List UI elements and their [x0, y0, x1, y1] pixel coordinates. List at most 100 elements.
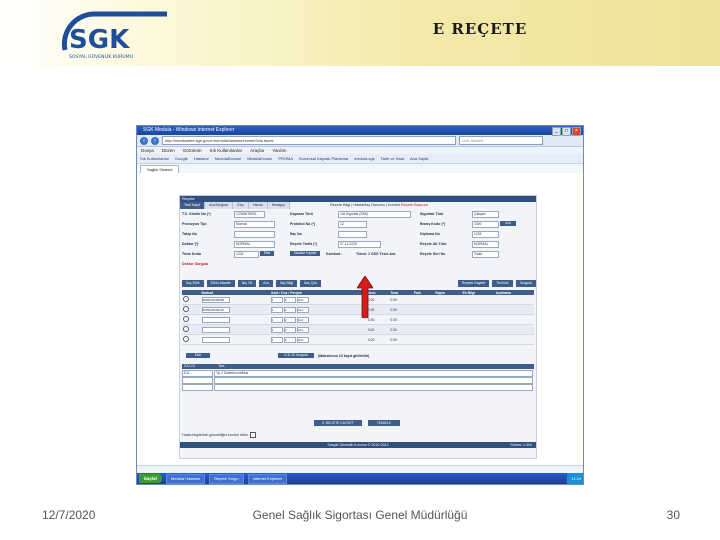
barkod-field[interactable] — [201, 326, 230, 333]
tc-field[interactable]: 12345678901 — [234, 211, 265, 218]
drug-pull-button[interactable]: İlaç Çek — [300, 280, 322, 287]
seri-field[interactable]: Ticari — [472, 251, 499, 258]
doz-field[interactable]: 2 — [283, 296, 296, 303]
ara-button[interactable]: Ara — [500, 221, 516, 226]
drug-info-button[interactable]: İlaç Bilgi — [275, 280, 298, 287]
forward-icon[interactable]: › — [151, 136, 159, 145]
barkod-field[interactable] — [201, 316, 230, 323]
favorite-item[interactable]: Kurumsal Kaynak Planlama — [299, 154, 348, 163]
menu-item[interactable]: Görünüm — [183, 147, 202, 154]
barkod-field[interactable]: 8699522095656 — [201, 296, 230, 303]
icd-code-field[interactable]: E11 — [182, 370, 213, 377]
menu-item[interactable]: Sık Kullanılanlar — [210, 147, 243, 154]
minimize-icon[interactable]: _ — [552, 127, 561, 136]
taskbar-item[interactable]: Internet Explorer — [247, 473, 288, 484]
favorite-item[interactable]: Hastane — [194, 154, 209, 163]
tahsilat-button[interactable]: Tahsilat Kaydet — [290, 251, 320, 256]
add-drug-button[interactable]: İlaç Ekle — [182, 280, 204, 287]
tab-new-record[interactable]: Yeni Kayıt — [180, 202, 206, 209]
diagnosis-field[interactable]: Tip 2 Diabetes mellitus — [214, 370, 533, 377]
row-radio[interactable] — [183, 296, 189, 302]
adet-field[interactable]: 1 — [270, 336, 283, 343]
save-prescription-button[interactable]: Reçete Kaydet — [457, 280, 490, 287]
sigortali-label: Sigortalı Türü — [420, 212, 444, 216]
tab-power[interactable]: Güç — [233, 202, 249, 209]
tesis-field[interactable]: 1234 — [234, 251, 259, 258]
doz-field[interactable]: 2 — [283, 316, 296, 323]
favorite-item[interactable]: Tarih ve Saat — [381, 154, 404, 163]
icd-code-field[interactable] — [182, 377, 213, 384]
e-recete-save-button[interactable]: E-RECETE KAYDET — [314, 420, 362, 426]
barkod-field[interactable] — [201, 336, 230, 343]
favorite-item[interactable]: Ana Sayfa — [410, 154, 428, 163]
menu-item[interactable]: Araçlar — [250, 147, 264, 154]
row-radio[interactable] — [183, 306, 189, 312]
start-button[interactable]: başlat — [139, 474, 163, 483]
query-button[interactable]: Sorgula — [515, 280, 536, 287]
adet-field[interactable]: 1 — [270, 316, 283, 323]
browser-tab[interactable]: Sağlık Sistemi — [140, 165, 180, 173]
reset-button[interactable]: TEMIZLE — [368, 420, 400, 426]
back-icon[interactable]: ‹ — [140, 136, 148, 145]
adet-field[interactable]: 1 — [270, 306, 283, 313]
icd-query-button[interactable]: ICD-10 Sorgula — [278, 353, 314, 358]
diploma-field[interactable]: 1234 — [472, 231, 499, 238]
takip-field[interactable] — [234, 231, 275, 238]
delete-drug-button[interactable]: İlaç Sil — [237, 280, 257, 287]
sigortali-select[interactable]: Çalışan — [472, 211, 499, 218]
menu-item[interactable]: Düzen — [162, 147, 175, 154]
periyot-select[interactable]: Gün — [296, 296, 309, 303]
favorite-item[interactable]: MedulaEczane — [215, 154, 241, 163]
taskbar-item[interactable]: Reçete Sorgu — [209, 473, 244, 484]
periyot-select[interactable]: Gün — [296, 306, 309, 313]
periyot-select[interactable]: Gün — [296, 326, 309, 333]
doctor-query-link[interactable]: Doktor Sorgula — [182, 262, 208, 266]
row-radio[interactable] — [183, 326, 189, 332]
maximize-icon[interactable]: □ — [562, 127, 571, 136]
adet-field[interactable]: 1 — [270, 326, 283, 333]
icd-code-field[interactable] — [182, 384, 213, 391]
favorite-item[interactable]: PROMA — [278, 154, 293, 163]
alt-select[interactable]: NORMAL — [472, 241, 499, 248]
adet-field[interactable]: 1 — [270, 296, 283, 303]
doz-field[interactable]: 2 — [283, 336, 296, 343]
confirm-checkbox[interactable] — [249, 432, 256, 438]
menu-item[interactable]: Dosya — [141, 147, 154, 154]
clear-button[interactable]: Temizle — [492, 280, 513, 287]
row-radio[interactable] — [183, 336, 189, 342]
favorite-item[interactable]: Sık Kullanılanlar — [140, 154, 169, 163]
barkod-field[interactable]: 8699536090115 — [201, 306, 230, 313]
search-button[interactable]: Ara — [259, 280, 273, 287]
close-icon[interactable]: × — [572, 127, 581, 136]
favorite-item[interactable]: Google — [175, 154, 188, 163]
periyot-select[interactable]: Gün — [296, 316, 309, 323]
menu-item[interactable]: Yardım — [272, 147, 286, 154]
active-ingredient-button[interactable]: Etkin Madde — [206, 280, 235, 287]
doz-field[interactable]: 2 — [283, 326, 296, 333]
footer-organization: Genel Sağlık Sigortası Genel Müdürlüğü — [252, 508, 468, 522]
favorite-item[interactable]: medula.sgk — [354, 154, 374, 163]
favorite-item[interactable]: MedulaEczacı — [247, 154, 272, 163]
doktor-select[interactable]: NORMAL — [234, 241, 275, 248]
taskbar-item[interactable]: Medula Hastane — [166, 473, 206, 484]
tab-print[interactable]: Yazdır — [248, 202, 268, 209]
row-radio[interactable] — [183, 316, 189, 322]
tab-calculator[interactable]: Hesapçı — [267, 202, 290, 209]
tarih-field[interactable]: 07.12.2020 — [338, 241, 381, 248]
diagnosis-field[interactable] — [214, 377, 533, 384]
field-grid: T.C. Kimlik No (*) 12345678901 Kapsam Tü… — [180, 210, 536, 272]
tab-search[interactable]: Ara/Sorgula — [205, 202, 234, 209]
brans-field[interactable]: 1000 — [472, 221, 499, 228]
periyot-select[interactable]: Gün — [296, 336, 309, 343]
provizyon-select[interactable]: Normal — [234, 221, 275, 228]
kapsam-select[interactable]: 4/A Sigortalı (SSK) — [338, 211, 411, 218]
ilac-field[interactable] — [338, 231, 367, 238]
add-row-button[interactable]: Ekle — [186, 353, 210, 358]
ekle-button[interactable]: Ekle — [260, 251, 274, 256]
search-input[interactable]: Live Search — [459, 136, 543, 145]
protokol-field[interactable]: 12 — [338, 221, 367, 228]
diagnosis-field[interactable] — [214, 384, 533, 391]
address-bar[interactable]: http://medicanee.sgk.gov.tr/medula/hasta… — [162, 136, 456, 145]
max-record-note: (Maksimum 10 kayıt girilebilir) — [318, 354, 370, 358]
doz-field[interactable]: 2 — [283, 306, 296, 313]
